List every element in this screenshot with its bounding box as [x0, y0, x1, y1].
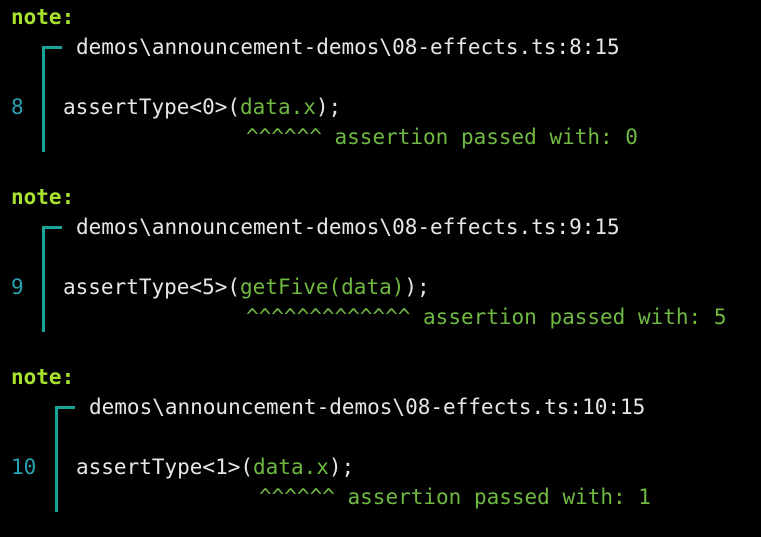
bracket-top: [55, 406, 75, 409]
assertion-message: assertion passed with: 1: [347, 485, 651, 509]
terminal-output: note: demos\announcement-demos\08-effect…: [0, 0, 761, 537]
code-highlight: data.x: [240, 95, 316, 119]
note-label: note:: [11, 185, 75, 209]
assertion-message: assertion passed with: 0: [334, 125, 638, 149]
bracket-top: [42, 46, 62, 49]
bracket-vertical: [55, 406, 58, 512]
note-label: note:: [11, 365, 75, 389]
code-before: assertType<5>(: [63, 275, 241, 299]
assertion-line: ^^^^^^ assertion passed with: 0: [246, 122, 638, 152]
assertion-line: ^^^^^^^^^^^^^ assertion passed with: 5: [246, 302, 726, 332]
caret-marker: ^^^^^^: [259, 485, 335, 509]
code-before: assertType<0>(: [63, 95, 241, 119]
code-highlight: data.x: [253, 455, 329, 479]
code-line: assertType<0>(data.x);: [63, 92, 341, 122]
code-after: );: [328, 455, 355, 479]
bracket-top: [42, 226, 62, 229]
assertion-message: assertion passed with: 5: [423, 305, 727, 329]
note-label: note:: [11, 5, 75, 29]
line-number: 10: [11, 455, 37, 479]
note-block-2: note: demos\announcement-demos\08-effect…: [0, 180, 761, 340]
bracket-vertical: [42, 226, 45, 332]
caret-marker: ^^^^^^^^^^^^^: [246, 305, 411, 329]
note-block-1: note: demos\announcement-demos\08-effect…: [0, 0, 761, 160]
code-after: );: [404, 275, 430, 299]
file-path[interactable]: demos\announcement-demos\08-effects.ts:9…: [76, 212, 620, 242]
code-highlight: getFive(data): [240, 275, 405, 299]
code-line: assertType<1>(data.x);: [76, 452, 354, 482]
line-number: 8: [11, 95, 24, 119]
code-before: assertType<1>(: [76, 455, 254, 479]
file-path[interactable]: demos\announcement-demos\08-effects.ts:8…: [76, 32, 620, 62]
caret-marker: ^^^^^^: [246, 125, 322, 149]
code-line: assertType<5>(getFive(data));: [63, 272, 430, 302]
bracket-vertical: [42, 46, 45, 152]
note-block-3: note: demos\announcement-demos\08-effect…: [0, 360, 761, 520]
file-path[interactable]: demos\announcement-demos\08-effects.ts:1…: [89, 392, 645, 422]
line-number: 9: [11, 275, 24, 299]
assertion-line: ^^^^^^ assertion passed with: 1: [259, 482, 651, 512]
code-after: );: [315, 95, 342, 119]
